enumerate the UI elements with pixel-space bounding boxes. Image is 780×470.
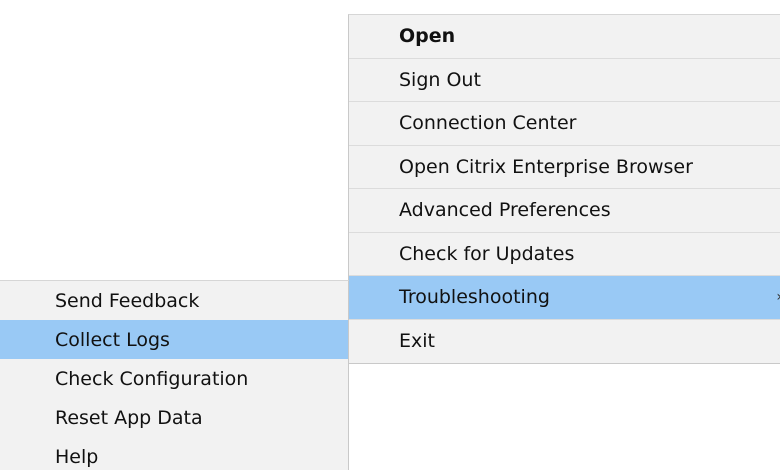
menu-item-label: Troubleshooting	[399, 286, 550, 309]
menu-item-connection-center[interactable]: Connection Center	[349, 102, 780, 146]
menu-item-label: Advanced Preferences	[399, 199, 611, 222]
menu-item-label: Connection Center	[399, 112, 577, 135]
submenu-item-help[interactable]: Help	[0, 437, 348, 470]
menu-item-troubleshooting[interactable]: Troubleshooting ›	[349, 276, 780, 320]
submenu-item-send-feedback[interactable]: Send Feedback	[0, 281, 348, 320]
menu-item-label: Open Citrix Enterprise Browser	[399, 155, 693, 178]
desktop-area: Open Sign Out Connection Center Open Cit…	[0, 0, 780, 470]
submenu-item-label: Help	[55, 445, 99, 468]
submenu-item-check-configuration[interactable]: Check Configuration	[0, 359, 348, 398]
submenu-item-reset-app-data[interactable]: Reset App Data	[0, 398, 348, 437]
menu-item-check-for-updates[interactable]: Check for Updates	[349, 233, 780, 276]
submenu-item-label: Collect Logs	[55, 328, 170, 351]
menu-item-label: Exit	[399, 330, 435, 353]
menu-item-open[interactable]: Open	[349, 15, 780, 59]
menu-item-label: Sign Out	[399, 68, 481, 91]
submenu-item-collect-logs[interactable]: Collect Logs	[0, 320, 348, 359]
chevron-right-icon: ›	[776, 289, 780, 305]
menu-item-label: Open	[399, 25, 456, 48]
troubleshooting-submenu: Send Feedback Collect Logs Check Configu…	[0, 280, 349, 470]
menu-item-open-citrix-enterprise-browser[interactable]: Open Citrix Enterprise Browser	[349, 146, 780, 189]
menu-item-advanced-preferences[interactable]: Advanced Preferences	[349, 189, 780, 233]
menu-item-sign-out[interactable]: Sign Out	[349, 59, 780, 102]
submenu-item-label: Reset App Data	[55, 406, 203, 429]
context-menu: Open Sign Out Connection Center Open Cit…	[348, 14, 780, 364]
submenu-item-label: Send Feedback	[55, 289, 200, 312]
menu-item-label: Check for Updates	[399, 242, 575, 265]
submenu-item-label: Check Configuration	[55, 367, 249, 390]
menu-item-exit[interactable]: Exit	[349, 320, 780, 364]
